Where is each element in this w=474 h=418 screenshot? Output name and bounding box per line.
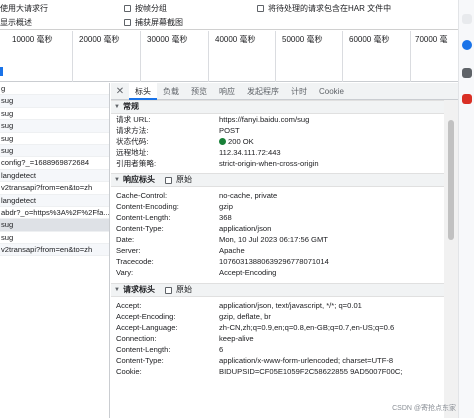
watermark: CSDN @寄抢点东家 <box>392 405 456 412</box>
request-row[interactable]: sug <box>0 108 109 121</box>
timeline-overview[interactable]: 10000 毫秒 20000 毫秒 30000 毫秒 40000 毫秒 5000… <box>0 31 458 82</box>
timeline-tick: 50000 毫秒 <box>282 35 323 44</box>
request-header-row: Accept-Encoding: gzip, deflate, br <box>116 312 271 321</box>
timeline-tick: 10000 毫秒 <box>12 35 53 44</box>
response-header-row: Server: Apache <box>116 246 245 255</box>
request-header-row: Accept-Language: zh-CN,zh;q=0.9,en;q=0.8,… <box>116 323 395 332</box>
timeline-gridline <box>72 31 73 82</box>
response-header-row: Vary: Accept-Encoding <box>116 268 277 277</box>
tab-preview[interactable]: 预览 <box>185 83 213 100</box>
tab-response[interactable]: 响应 <box>213 83 241 100</box>
tab-timing[interactable]: 计时 <box>285 83 313 100</box>
tab-cookie[interactable]: Cookie <box>313 83 350 100</box>
raw-toggle[interactable]: 原始 <box>164 173 192 187</box>
request-row[interactable]: sug <box>0 232 109 245</box>
request-row[interactable]: sug <box>0 120 109 133</box>
request-headers-section-header[interactable]: ▼ 请求标头 原始 <box>111 283 458 297</box>
tab-payload[interactable]: 负载 <box>157 83 185 100</box>
request-header-row: Cookie: BIDUPSID=CF05E1059F2C58622855 9AD… <box>116 367 403 376</box>
timeline-gridline <box>140 31 141 82</box>
response-header-row: Content-Length: 368 <box>116 213 232 222</box>
request-header-row: Content-Type: application/x-www-form-urle… <box>116 356 394 365</box>
request-row-selected[interactable]: sug <box>0 219 109 232</box>
detail-scrollbar[interactable] <box>444 100 458 418</box>
general-row: 请求 URL: https://fanyi.baidu.com/sug <box>116 115 310 124</box>
app-icon[interactable] <box>462 94 472 104</box>
timeline-gridline <box>208 31 209 82</box>
general-row: 状态代码: 200 OK <box>116 137 254 146</box>
timeline-tick: 70000 毫 <box>415 35 448 44</box>
show-overview-option[interactable]: 显示概述 <box>0 16 32 28</box>
raw-checkbox[interactable] <box>164 286 172 294</box>
triangle-down-icon: ▼ <box>114 287 120 293</box>
request-header-row: Accept: application/json, text/javascript… <box>116 301 362 310</box>
status-ok-icon <box>219 138 226 145</box>
request-list: g sug sug sug sug sug config?_=168896987… <box>0 83 110 418</box>
timeline-tick: 20000 毫秒 <box>79 35 120 44</box>
request-row[interactable]: langdetect <box>0 194 109 207</box>
timeline-gridline <box>275 31 276 82</box>
request-detail-panel: ✕ 标头 负载 预览 响应 发起程序 计时 Cookie ▼ 常规 请求 URL… <box>111 83 458 418</box>
general-row: 引用者策略: strict-origin-when-cross-origin <box>116 159 319 168</box>
timeline-gridline <box>410 31 411 82</box>
tool-icon[interactable] <box>462 68 472 78</box>
capture-screenshots-option[interactable]: 捕获屏幕截图 <box>124 16 183 28</box>
request-row[interactable]: abdr?_o=https%3A%2F%2Ffa... <box>0 207 109 220</box>
request-row[interactable]: g <box>0 83 109 96</box>
request-row[interactable]: sug <box>0 95 109 108</box>
request-row[interactable]: langdetect <box>0 169 109 183</box>
general-row: 远程地址: 112.34.111.72:443 <box>116 148 281 157</box>
response-header-row: Content-Encoding: gzip <box>116 202 233 211</box>
triangle-down-icon: ▼ <box>114 104 120 110</box>
timeline-tick: 60000 毫秒 <box>349 35 390 44</box>
extension-icon[interactable] <box>462 14 472 24</box>
raw-toggle[interactable]: 原始 <box>164 283 192 297</box>
raw-checkbox[interactable] <box>164 176 172 184</box>
timeline-gridline <box>342 31 343 82</box>
tab-headers[interactable]: 标头 <box>129 83 157 100</box>
group-by-frame-option[interactable]: 按帧分组 <box>124 2 167 14</box>
tab-initiator[interactable]: 发起程序 <box>241 83 285 100</box>
request-row[interactable]: v2transapi?from=en&to=zh <box>0 244 109 257</box>
triangle-down-icon: ▼ <box>114 177 120 183</box>
timeline-tick: 30000 毫秒 <box>147 35 188 44</box>
har-pending-option[interactable]: 将待处理的请求包含在HAR 文件中 <box>257 2 391 14</box>
group-by-frame-checkbox[interactable] <box>124 4 131 12</box>
options-bar: 使用大请求行 显示概述 按帧分组 捕获屏幕截图 将待处理的请求包含在HAR 文件… <box>0 0 458 30</box>
profile-icon[interactable] <box>462 40 472 50</box>
response-header-row: Content-Type: application/json <box>116 224 272 233</box>
request-row[interactable]: v2transapi?from=en&to=zh <box>0 182 109 195</box>
request-row[interactable]: sug <box>0 144 109 158</box>
request-header-row: Connection: keep-alive <box>116 334 254 343</box>
request-row[interactable]: config?_=1688969872684 <box>0 157 109 170</box>
har-pending-checkbox[interactable] <box>257 4 264 12</box>
request-row[interactable]: sug <box>0 133 109 145</box>
detail-tabs: ✕ 标头 负载 预览 响应 发起程序 计时 Cookie <box>111 83 458 100</box>
close-icon[interactable]: ✕ <box>111 86 129 97</box>
capture-screenshots-checkbox[interactable] <box>124 18 131 26</box>
timeline-tick: 40000 毫秒 <box>215 35 256 44</box>
response-headers-section-header[interactable]: ▼ 响应标头 原始 <box>111 173 458 187</box>
request-header-row: Content-Length: 6 <box>116 345 224 354</box>
response-header-row: Cache-Control: no-cache, private <box>116 191 278 200</box>
response-header-row: Tracecode: 10760313880639296778071014 <box>116 257 329 266</box>
response-header-row: Date: Mon, 10 Jul 2023 06:17:56 GMT <box>116 235 328 244</box>
large-rows-option[interactable]: 使用大请求行 <box>0 2 48 14</box>
general-section-header[interactable]: ▼ 常规 <box>111 100 458 114</box>
scrollbar-thumb[interactable] <box>448 120 454 240</box>
timeline-request-bar <box>0 67 3 76</box>
general-row: 请求方法: POST <box>116 126 240 135</box>
browser-side-strip <box>458 0 474 418</box>
